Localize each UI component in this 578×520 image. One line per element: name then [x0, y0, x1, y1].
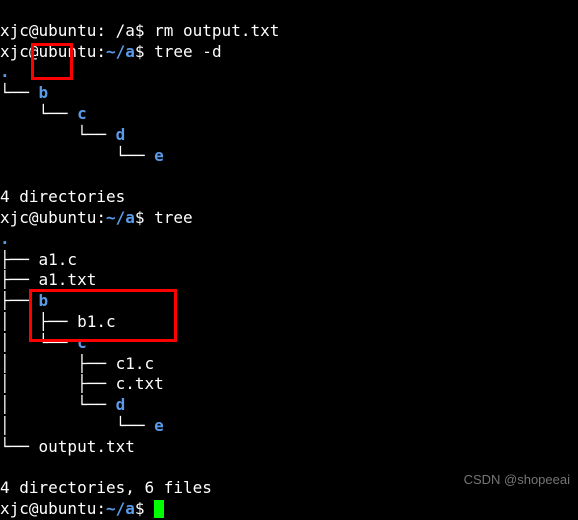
tree-summary: 4 directories	[0, 187, 125, 206]
tree-branch: └──	[0, 437, 39, 456]
dir-c: c	[77, 104, 87, 123]
dir-c: c	[77, 333, 87, 352]
truncated-line: xjc@ubuntu: /a$ rm output.txt	[0, 21, 279, 40]
tree-branch: ├──	[0, 270, 39, 289]
cursor[interactable]	[154, 500, 164, 518]
tree-branch: │	[0, 374, 39, 393]
file-b1c: b1.c	[77, 312, 116, 331]
dir-b: b	[39, 83, 49, 102]
dir-e: e	[154, 416, 164, 435]
dir-e: e	[154, 146, 164, 165]
prompt-user: xjc@ubuntu:	[0, 208, 106, 227]
command-text: tree -d	[154, 42, 221, 61]
file-a1txt: a1.txt	[39, 270, 97, 289]
tree-branch: │	[0, 395, 39, 414]
tree-branch: │	[0, 354, 39, 373]
prompt-symbol: $	[135, 208, 154, 227]
dir-d: d	[116, 125, 126, 144]
prompt-user: xjc@ubuntu:	[0, 42, 106, 61]
tree-branch: │	[0, 416, 39, 435]
tree-branch	[0, 104, 39, 123]
dir-b: b	[39, 291, 49, 310]
tree-root: .	[0, 229, 10, 248]
file-output: output.txt	[39, 437, 135, 456]
file-ctxt: c.txt	[116, 374, 164, 393]
watermark: CSDN @shopeeai	[464, 472, 570, 489]
command-text: tree	[154, 208, 193, 227]
prompt-path: ~/a	[106, 42, 135, 61]
tree-branch	[0, 125, 39, 144]
file-a1c: a1.c	[39, 250, 78, 269]
tree-branch: └──	[0, 83, 39, 102]
tree-branch: ├──	[0, 250, 39, 269]
tree-root: .	[0, 62, 10, 81]
tree-branch: │	[0, 333, 39, 352]
tree-branch: │	[0, 312, 39, 331]
tree-branch: ├──	[0, 291, 39, 310]
tree-branch	[0, 146, 39, 165]
file-c1c: c1.c	[116, 354, 155, 373]
prompt-path: ~/a	[106, 208, 135, 227]
prompt-symbol: $	[135, 42, 154, 61]
terminal-output[interactable]: xjc@ubuntu: /a$ rm output.txt xjc@ubuntu…	[0, 0, 578, 520]
tree-summary: 4 directories, 6 files	[0, 478, 212, 497]
dir-d: d	[116, 395, 126, 414]
